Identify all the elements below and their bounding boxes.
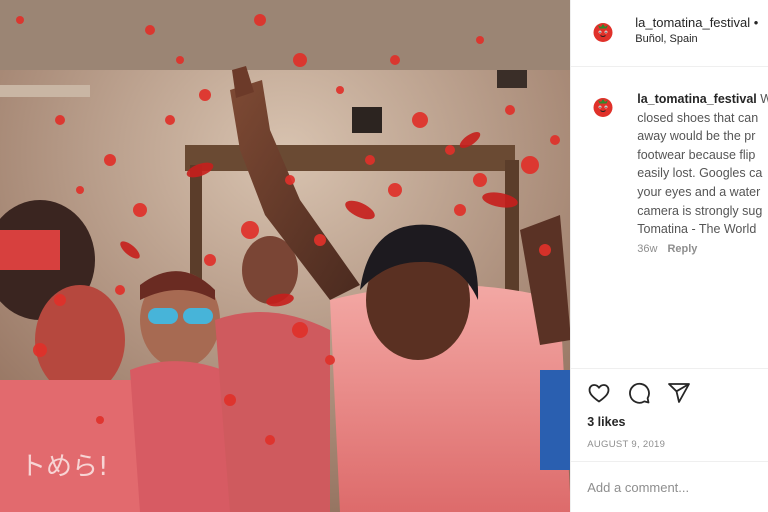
caption-username[interactable]: la_tomatina_festival [637,92,757,106]
heart-icon[interactable] [587,381,611,405]
post-actions: 3 likes AUGUST 9, 2019 [571,368,768,461]
comment-bubble-icon[interactable] [627,381,651,405]
caption-line: footwear because flip [637,147,756,162]
post-date[interactable]: AUGUST 9, 2019 [587,439,665,450]
header-suffix: • [750,15,759,30]
caption-line: your eyes and a water [637,184,761,199]
post-caption: la_tomatina_festival W closed shoes that… [571,66,768,366]
caption-line-text: W [757,92,768,106]
reply-button[interactable]: Reply [667,243,697,255]
header-username-text[interactable]: la_tomatina_festival [635,15,750,30]
post-side-panel: la_tomatina_festival • Buñol, Spain la_t… [570,0,768,512]
caption-line: easily lost. Googles ca [637,166,763,181]
caption-line: Tomatina - The World [637,222,757,237]
caption-line: camera is strongly sug [637,203,763,218]
paper-plane-icon[interactable] [667,381,691,405]
shirt-text: トめら! [20,452,108,482]
festival-photo: トめら! [0,0,571,512]
comment-input[interactable] [587,476,758,498]
caption-meta: 36w Reply [637,243,697,255]
caption-age[interactable]: 36w [637,243,657,255]
caption-text: la_tomatina_festival W closed shoes that… [637,90,768,239]
post-header: la_tomatina_festival • Buñol, Spain [571,0,768,67]
tomato-avatar-icon[interactable] [591,94,615,118]
caption-line: away would be the pr [637,129,756,144]
comment-box [571,461,768,512]
caption-line: la_tomatina_festival W [637,90,768,109]
post-viewer: トめら! la_tomatina_festival • Buñol, Spain… [0,0,768,512]
header-username[interactable]: la_tomatina_festival • [635,15,758,30]
tomato-avatar-icon[interactable] [591,19,615,43]
post-photo[interactable]: トめら! [0,0,571,512]
caption-line: closed shoes that can [637,110,759,125]
likes-count[interactable]: 3 likes [587,415,625,429]
post-location[interactable]: Buñol, Spain [635,33,697,45]
